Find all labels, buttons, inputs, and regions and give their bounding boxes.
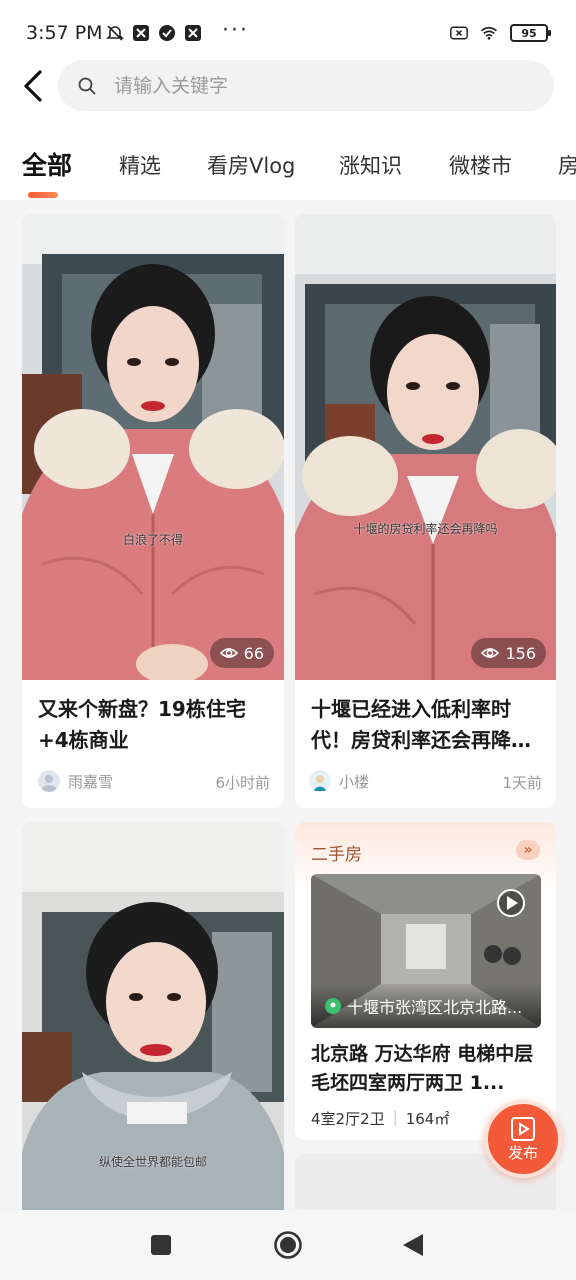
triangle-back-icon — [403, 1234, 423, 1256]
house-title: 北京路 万达华府 电梯中层 毛坯四室两厅两卫 1... — [311, 1043, 534, 1094]
search-input[interactable] — [114, 74, 494, 97]
search-icon — [78, 77, 96, 94]
home-button[interactable] — [271, 1228, 305, 1262]
video-caption-overlay: 纵使全世界都能包邮 — [98, 1155, 207, 1169]
post-time: 6小时前 — [215, 774, 270, 792]
avatar — [38, 770, 60, 792]
house-location: 十堰市张湾区北京北路... — [311, 984, 541, 1028]
spec-divider: | — [392, 1108, 398, 1126]
status-system-icons: 95 — [450, 24, 551, 42]
video-card[interactable]: 纵使全世界都能包邮 — [22, 822, 284, 1222]
tab-knowledge[interactable]: 涨知识 — [339, 150, 402, 180]
house-location-text: 十堰市张湾区北京北路... — [347, 998, 523, 1017]
house-specs: 4室2厅2卫 | 164㎡ — [311, 1108, 449, 1129]
post-time: 1天前 — [502, 774, 542, 792]
tab-market[interactable]: 微楼市 — [449, 150, 512, 180]
category-tabs: 全部 精选 看房Vlog 涨知识 微楼市 房 — [0, 140, 576, 200]
chevron-left-icon — [24, 70, 42, 102]
back-button[interactable] — [18, 66, 54, 106]
eye-icon — [481, 648, 500, 658]
tab-vlog[interactable]: 看房Vlog — [207, 150, 295, 180]
house-layout: 4室2厅2卫 — [311, 1110, 385, 1128]
view-count-value: 66 — [243, 643, 264, 663]
location-pin-icon — [325, 998, 341, 1014]
author-name: 小楼 — [339, 772, 370, 791]
back-nav-button[interactable] — [396, 1228, 430, 1262]
author-name: 雨嘉雪 — [68, 772, 114, 791]
card-title: 又来个新盘？19栋住宅+4栋商业 — [38, 697, 246, 752]
card-author[interactable]: 雨嘉雪 — [38, 770, 113, 792]
house-photo[interactable]: 十堰市张湾区北京北路... — [311, 874, 541, 1028]
video-card[interactable]: 十堰的房贷利率还会再降吗 156 十堰已经进入低利率时代！房贷利率还会再降… 小… — [295, 214, 556, 808]
video-caption-overlay: 十堰的房贷利率还会再降吗 — [353, 522, 498, 536]
active-tab-indicator — [28, 192, 58, 198]
status-notification-icons — [106, 24, 202, 42]
video-card[interactable]: 白浪了不得 66 又来个新盘？19栋住宅+4栋商业 雨嘉雪 6小时前 — [22, 214, 284, 808]
video-publish-icon — [511, 1116, 535, 1141]
second-hand-house-card[interactable]: 二手房 » 十堰市张湾区北京北路... 北京路 万达华府 电梯中层 毛坯四室两厅… — [295, 822, 556, 1140]
check-circle-icon — [158, 24, 176, 42]
tab-house[interactable]: 房 — [558, 150, 576, 180]
avatar — [309, 770, 331, 792]
video-caption-overlay: 白浪了不得 — [122, 533, 183, 547]
publish-label: 发布 — [507, 1143, 538, 1162]
home-circle-icon — [274, 1231, 302, 1259]
more-notifications-icon: ··· — [222, 18, 249, 43]
no-sim-icon — [450, 24, 468, 42]
status-bar: 3:57 PM ··· 95 — [0, 0, 576, 60]
app-notification-icon-2 — [184, 24, 202, 42]
eye-icon — [219, 648, 238, 658]
card-title: 十堰已经进入低利率时代！房贷利率还会再降… — [311, 697, 531, 752]
video-thumbnail — [22, 214, 284, 680]
publish-button[interactable]: 发布 — [484, 1100, 562, 1178]
recent-apps-button[interactable] — [144, 1228, 178, 1262]
view-count: 66 — [209, 638, 274, 668]
square-icon — [151, 1235, 171, 1255]
card-author[interactable]: 小楼 — [309, 770, 369, 792]
tab-all[interactable]: 全部 — [22, 146, 72, 182]
system-navigation-bar — [0, 1210, 576, 1280]
status-time: 3:57 PM — [26, 22, 103, 44]
house-area: 164㎡ — [405, 1110, 450, 1128]
tab-featured[interactable]: 精选 — [119, 150, 161, 180]
battery-icon: 95 — [510, 24, 551, 42]
app-notification-icon — [132, 24, 150, 42]
video-thumbnail — [295, 214, 556, 680]
house-category-tag: 二手房 — [311, 845, 362, 865]
more-icon[interactable]: » — [516, 840, 540, 860]
wifi-icon — [480, 24, 498, 42]
search-bar[interactable] — [58, 60, 554, 111]
view-count-value: 156 — [505, 643, 536, 663]
mute-icon — [106, 24, 124, 42]
view-count: 156 — [471, 638, 546, 668]
